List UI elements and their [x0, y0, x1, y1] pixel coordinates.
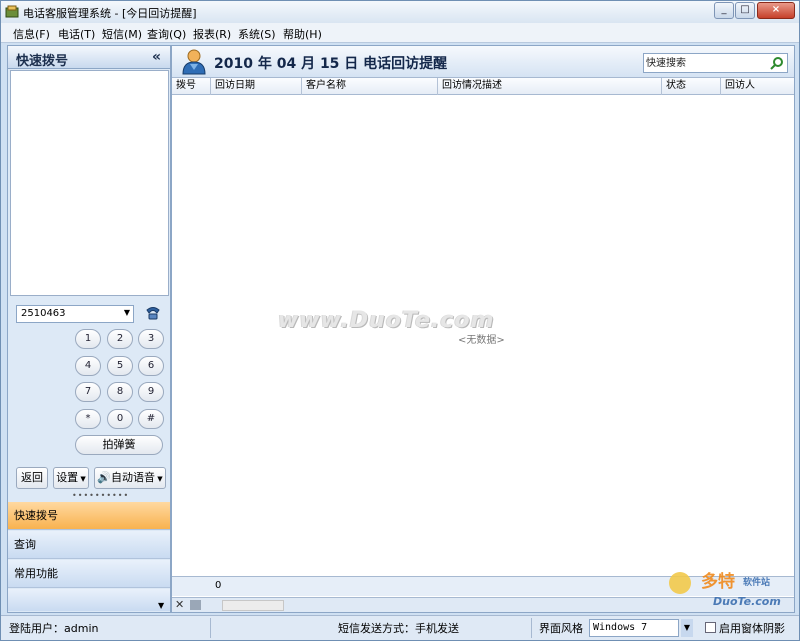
record-count: 0	[215, 580, 222, 591]
collapse-icon[interactable]: «	[152, 49, 161, 65]
window-title: 电话客服管理系统 - [今日回访提醒]	[23, 7, 197, 20]
grid-header-row: 拨号 回访日期 客户名称 回访情况描述 状态 回访人	[172, 77, 794, 95]
main-panel: 2010 年 04 月 15 日 电话回访提醒 拨号 回访日期 客户名称 回访情…	[171, 45, 795, 613]
column-header-visit-date[interactable]: 回访日期	[211, 78, 302, 95]
left-panel: 快速拨号 « 2510463 ▼ 1 2 3 4 5 6 7 8 9 * 0 #…	[7, 45, 171, 613]
menu-phone[interactable]: 电话(T)	[58, 26, 95, 42]
keypad-key-7[interactable]: 7	[75, 382, 101, 402]
back-button[interactable]: 返回	[16, 467, 48, 489]
settings-label: 设置	[56, 471, 79, 484]
speaker-icon: 🔊	[97, 471, 112, 484]
menu-system[interactable]: 系统(S)	[238, 26, 276, 42]
keypad-key-1[interactable]: 1	[75, 329, 101, 349]
column-header-visitor[interactable]: 回访人	[721, 78, 794, 95]
keypad-key-2[interactable]: 2	[107, 329, 133, 349]
menu-bar: 信息(F) 电话(T) 短信(M) 查询(Q) 报表(R) 系统(S) 帮助(H…	[1, 23, 799, 43]
speed-dial-list[interactable]	[10, 70, 169, 296]
nav-common-functions[interactable]: 常用功能	[8, 560, 170, 588]
grid-nav-box[interactable]	[190, 600, 201, 610]
keypad-key-4[interactable]: 4	[75, 356, 101, 376]
shadow-checkbox[interactable]	[705, 622, 716, 633]
horizontal-scrollbar[interactable]	[222, 600, 284, 611]
title-bar[interactable]: 电话客服管理系统 - [今日回访提醒] _ □ ×	[1, 1, 799, 23]
close-icon[interactable]: ✕	[175, 598, 184, 611]
column-header-visit-description[interactable]: 回访情况描述	[438, 78, 662, 95]
search-input[interactable]	[646, 56, 764, 70]
keypad-key-9[interactable]: 9	[138, 382, 164, 402]
user-icon	[182, 49, 206, 75]
close-button[interactable]: ×	[757, 2, 795, 19]
search-icon[interactable]	[770, 56, 784, 70]
keypad-key-3[interactable]: 3	[138, 329, 164, 349]
settings-button[interactable]: 设置 ▼	[53, 467, 89, 489]
quick-search[interactable]	[643, 53, 788, 73]
keypad-key-star[interactable]: *	[75, 409, 101, 429]
shadow-checkbox-label: 启用窗体阴影	[719, 622, 785, 635]
left-panel-title: 快速拨号	[16, 54, 69, 69]
corner-logo-subtitle: 软件站	[743, 576, 770, 588]
nav-speed-dial[interactable]: 快速拨号	[8, 502, 170, 530]
chevron-down-icon: ▼	[78, 475, 86, 483]
status-separator	[210, 618, 211, 638]
chevron-down-icon[interactable]: ▼	[681, 619, 693, 637]
menu-report[interactable]: 报表(R)	[193, 26, 231, 42]
theme-label: 界面风格	[539, 622, 583, 635]
menu-sms[interactable]: 短信(M)	[102, 26, 142, 42]
watermark-text: www.DuoTe.com	[278, 308, 495, 333]
dial-number-value: 2510463	[21, 308, 66, 319]
keypad-key-5[interactable]: 5	[107, 356, 133, 376]
chevron-down-icon: ▼	[155, 475, 163, 483]
maximize-button[interactable]: □	[735, 2, 755, 19]
keypad-key-hash[interactable]: #	[138, 409, 164, 429]
minimize-button[interactable]: _	[714, 2, 734, 19]
keypad-key-0[interactable]: 0	[107, 409, 133, 429]
auto-voice-label: 自动语音	[111, 471, 156, 484]
column-header-dial[interactable]: 拨号	[172, 78, 211, 95]
menu-info[interactable]: 信息(F)	[13, 26, 50, 42]
page-title: 2010 年 04 月 15 日 电话回访提醒	[214, 56, 448, 72]
corner-logo-site: DuoTe.com	[713, 595, 781, 608]
menu-help[interactable]: 帮助(H)	[283, 26, 322, 42]
main-window: 电话客服管理系统 - [今日回访提醒] _ □ × 信息(F) 电话(T) 短信…	[0, 0, 800, 641]
empty-grid-text: <无数据>	[458, 335, 505, 346]
chevron-down-icon: ▼	[123, 308, 130, 317]
theme-select[interactable]: Windows 7	[589, 619, 679, 637]
hook-flash-button[interactable]: 拍弹簧	[75, 435, 163, 455]
column-header-status[interactable]: 状态	[662, 78, 721, 95]
main-header: 2010 年 04 月 15 日 电话回访提醒	[172, 46, 794, 77]
left-panel-header: 快速拨号 «	[8, 46, 170, 69]
splitter-handle[interactable]: ••••••••••	[72, 491, 129, 500]
status-user: 登陆用户：admin	[9, 622, 99, 635]
corner-logo-brand: 多特	[701, 571, 735, 592]
status-separator	[531, 618, 532, 638]
auto-voice-button[interactable]: 🔊自动语音 ▼	[94, 467, 166, 489]
status-bar: 登陆用户：admin 短信发送方式：手机发送 界面风格 Windows 7 ▼ …	[1, 615, 799, 640]
app-icon	[5, 5, 19, 18]
nav-overflow[interactable]: ▼	[8, 589, 170, 611]
keypad-key-8[interactable]: 8	[107, 382, 133, 402]
phone-handset-icon[interactable]	[144, 304, 162, 322]
dial-number-combo[interactable]: 2510463 ▼	[16, 305, 134, 323]
column-header-customer-name[interactable]: 客户名称	[302, 78, 438, 95]
nav-query[interactable]: 查询	[8, 531, 170, 559]
corner-logo: 多特 软件站 DuoTe.com	[669, 571, 781, 608]
menu-query[interactable]: 查询(Q)	[147, 26, 186, 42]
status-sms-mode: 短信发送方式：手机发送	[338, 622, 459, 635]
keypad-key-6[interactable]: 6	[138, 356, 164, 376]
